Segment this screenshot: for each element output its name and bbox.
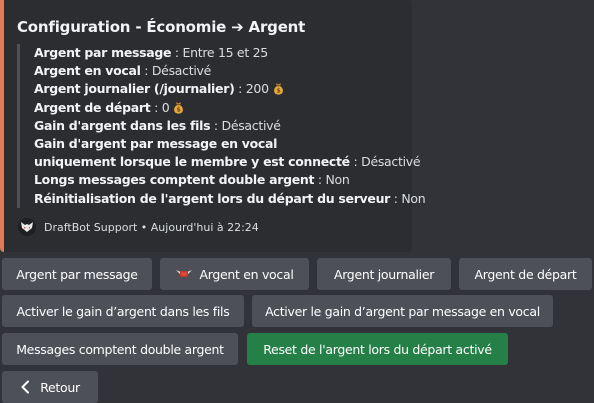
argent-en-vocal-button[interactable]: Argent en vocal [160, 258, 309, 290]
embed-fields: Argent par message : Entre 15 et 25 Arge… [17, 44, 426, 208]
field-value: Non [401, 190, 426, 206]
footer-timestamp: Aujourd'hui à 22:24 [150, 220, 259, 234]
messages-double-button[interactable]: Messages comptent double argent [2, 333, 238, 365]
argent-par-message-button[interactable]: Argent par message [2, 258, 152, 290]
field-argent-de-depart: Argent de départ : 0 $ [34, 99, 404, 117]
field-label: Argent en vocal [34, 63, 141, 79]
embed-footer: DraftBot Support • Aujourd'hui à 22:24 [18, 218, 259, 236]
svg-text:$: $ [177, 106, 181, 113]
footer-author: DraftBot Support [44, 220, 138, 234]
field-value: Désactivé [361, 154, 421, 170]
activer-gain-vocal-button[interactable]: Activer le gain d’argent par message en … [252, 295, 553, 327]
svg-text:$: $ [276, 88, 280, 95]
field-value: Désactivé [221, 117, 281, 133]
field-label: Réinitialisation de l'argent lors du dép… [34, 190, 391, 206]
field-argent-en-vocal: Argent en vocal : Désactivé [34, 63, 211, 79]
field-gain-vocal-line2: uniquement lorsque le membre y est conne… [34, 154, 421, 170]
field-value: Entre 15 et 25 [182, 45, 269, 60]
money-bag-icon: $ [174, 101, 184, 113]
field-gain-fils: Gain d'argent dans les fils : Désactivé [34, 117, 281, 133]
field-label: Argent journalier (/journalier) [34, 81, 235, 97]
field-label: Gain d'argent par message en vocal [34, 136, 278, 152]
reset-depart-button[interactable]: Reset de l'argent lors du départ activé [247, 333, 508, 365]
field-value: 200 [245, 81, 269, 97]
chevron-left-icon [20, 380, 30, 394]
field-label: Gain d'argent dans les fils [34, 117, 211, 133]
embed-title: Configuration - Économie ➔ Argent [17, 18, 306, 36]
field-argent-par-message: Argent par message : Entre 15 et 25 [34, 45, 269, 60]
money-bag-icon: $ [273, 83, 283, 95]
field-gain-vocal-line1: Gain d'argent par message en vocal [34, 135, 404, 153]
field-value: Désactivé [151, 63, 211, 79]
field-longs-messages: Longs messages comptent double argent : … [34, 172, 350, 188]
money-wings-icon [175, 267, 193, 281]
retour-button[interactable]: Retour [2, 371, 98, 403]
field-value: Non [325, 172, 350, 188]
embed-card: Configuration - Économie ➔ Argent Argent… [0, 0, 426, 252]
field-label: Argent de départ [34, 99, 151, 115]
activer-gain-fils-button[interactable]: Activer le gain d’argent dans les fils [2, 295, 244, 327]
draftbot-avatar-icon [18, 218, 36, 236]
field-reinitialisation: Réinitialisation de l'argent lors du dép… [34, 190, 426, 206]
field-argent-journalier: Argent journalier (/journalier) : 200 $ [34, 80, 404, 98]
field-label: Argent par message [34, 45, 172, 60]
field-label: uniquement lorsque le membre y est conne… [34, 154, 350, 170]
field-value: 0 [161, 99, 170, 115]
field-label: Longs messages comptent double argent [34, 172, 315, 188]
argent-journalier-button[interactable]: Argent journalier [317, 258, 451, 290]
argent-de-depart-button[interactable]: Argent de départ [459, 258, 592, 290]
